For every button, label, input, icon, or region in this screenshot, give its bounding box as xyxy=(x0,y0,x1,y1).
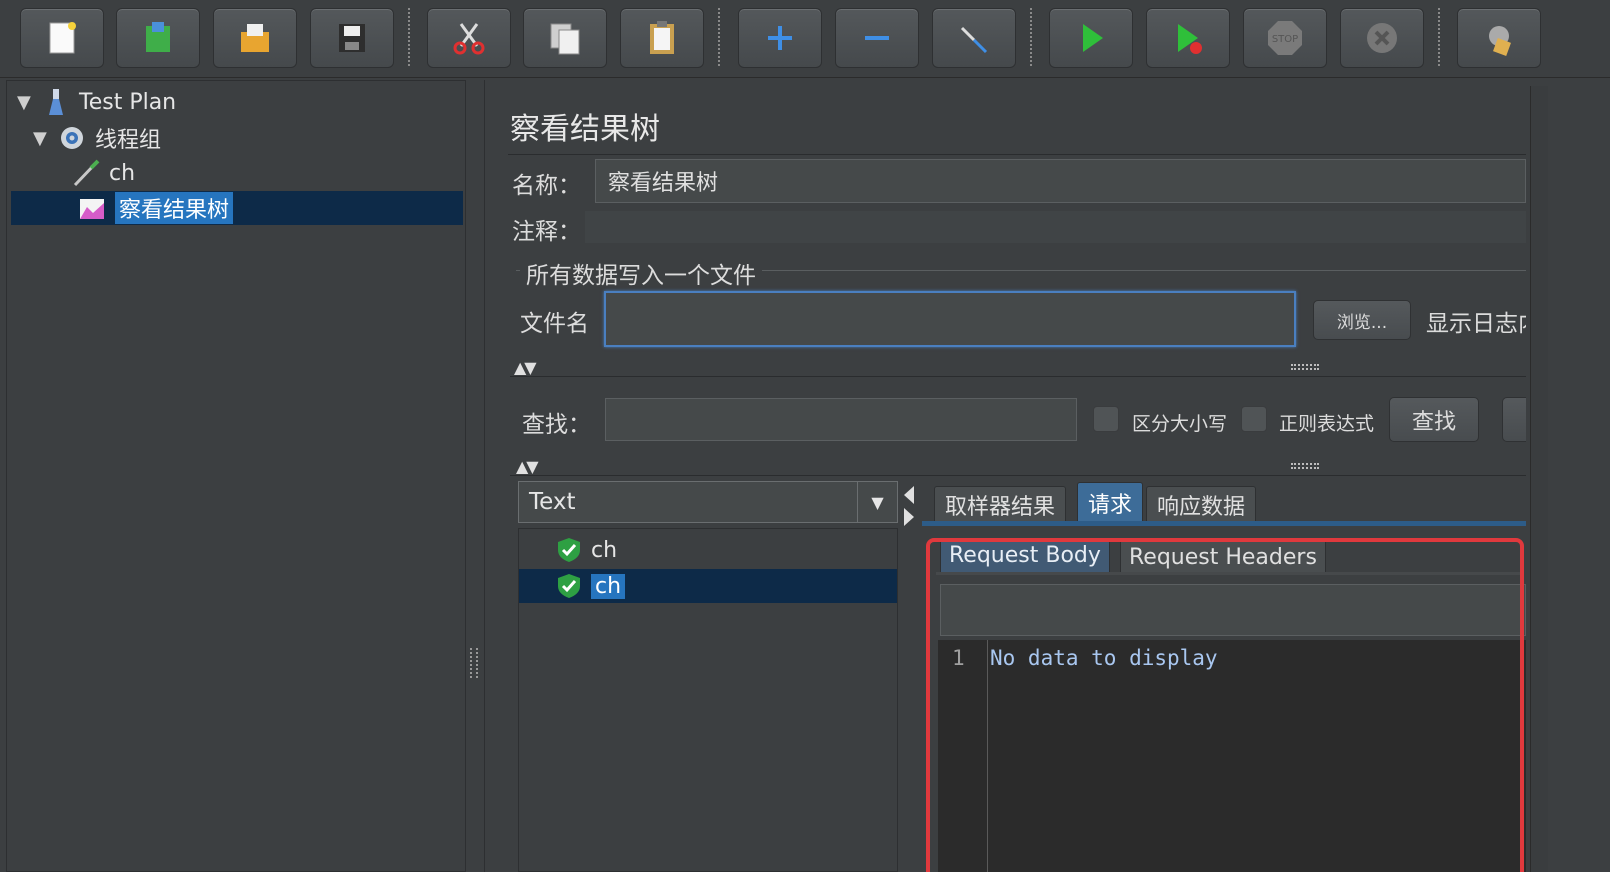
toolbar-separator xyxy=(718,8,720,66)
panel-splitter[interactable] xyxy=(470,648,478,678)
tab-response-data[interactable]: 响应数据 xyxy=(1146,486,1257,522)
tree-item-label: ch xyxy=(109,160,136,186)
browse-button[interactable]: 浏览... xyxy=(1313,300,1411,340)
paste-button[interactable] xyxy=(620,8,704,68)
expand-icon xyxy=(768,26,792,50)
clear-all-button[interactable] xyxy=(1457,8,1541,68)
tree-item-test-plan[interactable]: ▼ Test Plan xyxy=(17,85,176,119)
tree-item-thread-group[interactable]: ▼ 线程组 xyxy=(33,121,161,155)
split-toggle-arrows[interactable] xyxy=(902,484,916,528)
tree-item-label: 察看结果树 xyxy=(115,192,234,224)
toolbar-separator xyxy=(1030,8,1032,66)
toolbar-separator xyxy=(408,8,410,66)
comment-input[interactable] xyxy=(597,214,1514,240)
toggle-icon xyxy=(960,26,988,54)
start-button[interactable] xyxy=(1049,8,1133,68)
page-title: 察看结果树 xyxy=(510,112,660,147)
new-button[interactable] xyxy=(20,8,104,68)
filename-input[interactable] xyxy=(618,306,1282,332)
start-no-pauses-button[interactable] xyxy=(1146,8,1230,68)
save-button[interactable] xyxy=(310,8,394,68)
cut-icon xyxy=(453,23,485,55)
shutdown-icon xyxy=(1367,23,1397,53)
split-toggle-arrows[interactable]: ▲▼ xyxy=(516,457,539,476)
results-tree-icon xyxy=(80,199,104,219)
stop-icon-text: STOP xyxy=(1272,34,1298,45)
sample-result-list: ch ch xyxy=(518,528,898,872)
new-file-icon xyxy=(49,22,76,54)
toggle-button[interactable] xyxy=(932,8,1016,68)
file-group-title: 所有数据写入一个文件 xyxy=(520,256,762,290)
vertical-scrollbar[interactable] xyxy=(1530,86,1548,872)
show-log-label[interactable]: 显示日志内容 xyxy=(1426,304,1526,338)
filename-field[interactable] xyxy=(604,291,1296,347)
tab-request[interactable]: 请求 xyxy=(1077,482,1144,522)
clear-all-icon xyxy=(1489,26,1511,56)
name-input[interactable] xyxy=(608,168,1513,194)
list-item[interactable]: ch xyxy=(519,569,897,603)
expand-all-button[interactable] xyxy=(738,8,822,68)
stop-button[interactable]: STOP xyxy=(1243,8,1327,68)
list-item[interactable]: ch xyxy=(519,533,897,567)
open-button[interactable] xyxy=(213,8,297,68)
stop-icon: STOP xyxy=(1268,21,1302,55)
main-toolbar: STOP xyxy=(0,0,1610,78)
divider xyxy=(510,376,1526,377)
reset-button[interactable] xyxy=(1502,397,1526,442)
templates-icon xyxy=(146,22,170,52)
search-input[interactable] xyxy=(618,407,1064,432)
divider xyxy=(510,475,1526,476)
chevron-down-icon[interactable]: ▼ xyxy=(857,482,897,522)
search-label: 查找： xyxy=(522,412,591,438)
case-sensitive-checkbox[interactable] xyxy=(1093,406,1119,432)
gear-icon xyxy=(61,127,83,149)
expand-arrow-icon[interactable]: ▼ xyxy=(33,128,57,149)
sampler-pen-icon xyxy=(73,159,100,187)
start-no-pause-icon xyxy=(1178,24,1202,54)
renderer-select[interactable]: Text ▼ xyxy=(518,481,898,523)
shutdown-button[interactable] xyxy=(1340,8,1424,68)
name-field[interactable] xyxy=(595,159,1526,203)
success-shield-icon xyxy=(558,538,580,562)
comment-label: 注释： xyxy=(512,219,581,245)
paste-icon xyxy=(650,21,674,54)
filename-label: 文件名 xyxy=(520,311,589,337)
highlight-annotation xyxy=(926,538,1524,872)
flask-icon xyxy=(49,89,63,115)
copy-button[interactable] xyxy=(523,8,607,68)
regex-label: 正则表达式 xyxy=(1279,413,1375,435)
name-label: 名称： xyxy=(512,173,581,199)
resize-grip[interactable] xyxy=(1291,364,1319,370)
toolbar-separator xyxy=(1438,8,1440,66)
success-shield-icon xyxy=(558,574,580,598)
comment-field[interactable] xyxy=(585,211,1526,243)
resize-grip[interactable] xyxy=(1291,463,1319,469)
copy-icon xyxy=(550,23,580,55)
expand-arrow-icon[interactable]: ▼ xyxy=(17,92,41,113)
regex-checkbox[interactable] xyxy=(1241,406,1267,432)
split-toggle-arrows[interactable]: ▲▼ xyxy=(514,358,537,377)
collapse-icon xyxy=(865,36,889,40)
list-item-label: ch xyxy=(591,573,626,599)
find-button[interactable]: 查找 xyxy=(1389,397,1479,442)
start-icon xyxy=(1083,24,1103,52)
search-field[interactable] xyxy=(605,398,1077,441)
tree-item-label: 线程组 xyxy=(95,128,162,153)
divider xyxy=(508,154,1526,155)
tree-item-label: Test Plan xyxy=(79,89,177,115)
test-plan-tree: ▼ Test Plan ▼ 线程组 ch 察看结果树 xyxy=(6,80,466,872)
list-item-label: ch xyxy=(591,537,618,563)
templates-button[interactable] xyxy=(116,8,200,68)
collapse-all-button[interactable] xyxy=(835,8,919,68)
cut-button[interactable] xyxy=(427,8,511,68)
tree-item-sampler[interactable]: ch xyxy=(71,156,135,190)
case-sensitive-label: 区分大小写 xyxy=(1132,413,1228,435)
tab-sampler-result[interactable]: 取样器结果 xyxy=(934,486,1067,522)
open-icon xyxy=(241,24,269,52)
tree-item-results-tree[interactable]: 察看结果树 xyxy=(11,191,463,225)
renderer-selected-value: Text xyxy=(529,489,576,515)
save-icon xyxy=(339,24,365,52)
